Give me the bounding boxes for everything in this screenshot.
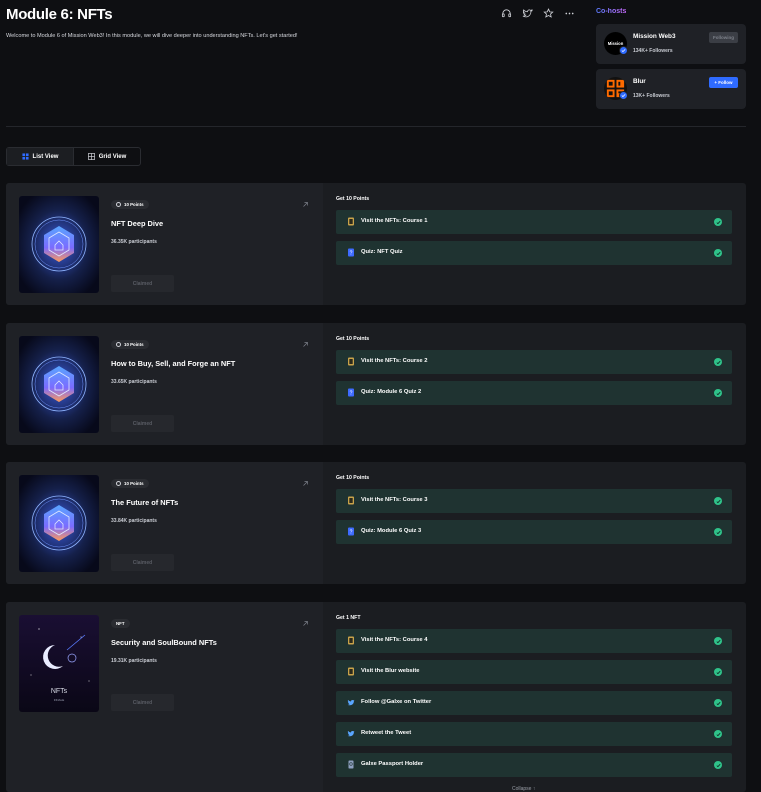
check-icon <box>714 249 722 257</box>
task-row[interactable]: Visit the NFTs: Course 1 <box>336 210 732 234</box>
points-badge: 10 Points <box>111 479 149 488</box>
claimed-button[interactable]: Claimed <box>111 275 174 292</box>
quiz-icon: ? <box>348 248 354 257</box>
quiz-icon: ? <box>348 388 354 397</box>
campaign-card[interactable]: 10 Points How to Buy, Sell, and Forge an… <box>6 323 746 445</box>
claimed-button[interactable]: Claimed <box>111 415 174 432</box>
task-row[interactable]: Follow @Galxe on Twitter <box>336 691 732 715</box>
reward-header: Get 10 Points <box>336 475 370 481</box>
chevron-up-icon: ↑ <box>532 786 536 792</box>
cohost-card-blur[interactable]: Blur 13K+ Followers + Follow <box>596 69 746 109</box>
more-icon[interactable] <box>563 7 576 20</box>
cohost-followers: 134K+ Followers <box>633 48 673 54</box>
view-toggle: List View Grid View <box>6 147 141 166</box>
retweet-icon <box>347 730 355 737</box>
passport-icon <box>348 760 354 769</box>
check-icon <box>714 730 722 738</box>
participants-count: 33.65K participants <box>111 379 157 385</box>
campaign-card[interactable]: 10 Points The Future of NFTs 33.84K part… <box>6 462 746 584</box>
task-row[interactable]: Visit the NFTs: Course 3 <box>336 489 732 513</box>
check-icon <box>714 389 722 397</box>
grid-view-icon <box>87 153 95 160</box>
participants-count: 36.35K participants <box>111 239 157 245</box>
participants-count: 33.84K participants <box>111 518 157 524</box>
collapse-button[interactable]: Collapse ↑ <box>512 786 535 792</box>
external-link-icon[interactable] <box>302 480 309 487</box>
list-view-icon <box>21 153 29 160</box>
check-icon <box>714 668 722 676</box>
check-icon <box>714 528 722 536</box>
task-row[interactable]: Visit the NFTs: Course 2 <box>336 350 732 374</box>
cohost-followers: 13K+ Followers <box>633 93 670 99</box>
campaign-thumbnail <box>19 196 99 293</box>
task-row[interactable]: Visit the Blur website <box>336 660 732 684</box>
svg-text:?: ? <box>350 251 353 257</box>
campaign-thumbnail <box>19 475 99 572</box>
campaign-card[interactable]: NFTs FINALE NFT Security and SoulBound N… <box>6 602 746 792</box>
follow-button[interactable]: + Follow <box>709 77 738 88</box>
nft-badge: NFT <box>111 619 130 628</box>
course-icon <box>348 496 354 505</box>
task-row[interactable]: ? Quiz: Module 6 Quiz 2 <box>336 381 732 405</box>
cohost-name: Mission Web3 <box>633 33 676 40</box>
course-icon <box>348 217 354 226</box>
list-view-button[interactable]: List View <box>7 148 74 165</box>
external-link-icon[interactable] <box>302 620 309 627</box>
points-badge: 10 Points <box>111 340 149 349</box>
header-actions <box>500 7 576 20</box>
points-icon <box>116 342 121 347</box>
points-icon <box>116 481 121 486</box>
verified-badge-icon <box>619 91 628 100</box>
svg-text:?: ? <box>350 391 353 397</box>
cohost-card-mission-web3[interactable]: Mission Mission Web3 134K+ Followers Fol… <box>596 24 746 64</box>
section-divider <box>6 126 746 127</box>
twitter-follow-icon <box>347 699 355 706</box>
check-icon <box>714 358 722 366</box>
claimed-button[interactable]: Claimed <box>111 694 174 711</box>
campaign-title: How to Buy, Sell, and Forge an NFT <box>111 359 236 368</box>
task-row[interactable]: ? Quiz: NFT Quiz <box>336 241 732 265</box>
reward-header: Get 10 Points <box>336 336 370 342</box>
reward-header: Get 10 Points <box>336 196 370 202</box>
points-icon <box>116 202 121 207</box>
twitter-icon[interactable] <box>521 7 534 20</box>
campaign-title: NFT Deep Dive <box>111 219 164 228</box>
course-icon <box>348 667 354 676</box>
page-title: Module 6: NFTs <box>6 6 113 23</box>
verified-badge-icon <box>619 46 628 55</box>
page-description: Welcome to Module 6 of Mission Web3! In … <box>6 33 298 39</box>
following-button[interactable]: Following <box>709 32 738 43</box>
course-icon <box>348 357 354 366</box>
reward-header: Get 1 NFT <box>336 615 361 621</box>
campaign-title: The Future of NFTs <box>111 498 179 507</box>
claimed-button[interactable]: Claimed <box>111 554 174 571</box>
campaign-title: Security and SoulBound NFTs <box>111 638 217 647</box>
check-icon <box>714 497 722 505</box>
external-link-icon[interactable] <box>302 341 309 348</box>
headset-icon[interactable] <box>500 7 513 20</box>
svg-text:?: ? <box>350 530 353 536</box>
campaign-thumbnail: NFTs FINALE <box>19 615 99 712</box>
points-badge: 10 Points <box>111 200 149 209</box>
check-icon <box>714 637 722 645</box>
check-icon <box>714 218 722 226</box>
task-row[interactable]: ? Quiz: Module 6 Quiz 3 <box>336 520 732 544</box>
star-icon[interactable] <box>542 7 555 20</box>
check-icon <box>714 699 722 707</box>
cohosts-title: Co-hosts <box>596 8 627 15</box>
quiz-icon: ? <box>348 527 354 536</box>
check-icon <box>714 761 722 769</box>
external-link-icon[interactable] <box>302 201 309 208</box>
task-row[interactable]: Visit the NFTs: Course 4 <box>336 629 732 653</box>
campaign-thumbnail <box>19 336 99 433</box>
course-icon <box>348 636 354 645</box>
participants-count: 19.31K participants <box>111 658 157 664</box>
cohost-name: Blur <box>633 78 646 85</box>
campaign-card[interactable]: 10 Points NFT Deep Dive 36.35K participa… <box>6 183 746 305</box>
grid-view-button[interactable]: Grid View <box>74 148 140 165</box>
task-row[interactable]: Retweet the Tweet <box>336 722 732 746</box>
task-row[interactable]: Galxe Passport Holder <box>336 753 732 777</box>
